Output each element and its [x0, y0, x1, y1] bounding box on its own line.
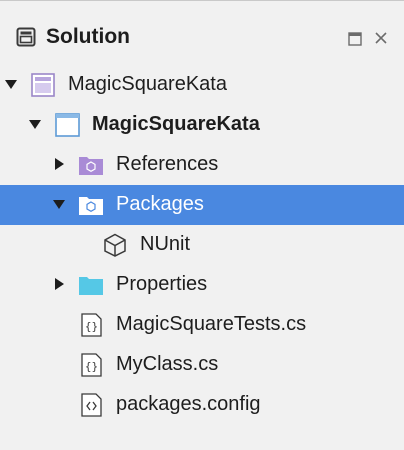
tree-item-references[interactable]: References	[0, 145, 404, 185]
tree-item-nunit[interactable]: NUnit	[0, 225, 404, 265]
csharp-file-icon: {}	[81, 353, 102, 377]
chevron-down-icon[interactable]	[4, 77, 18, 91]
tree-item-label: Packages	[116, 193, 204, 215]
tree-item-properties[interactable]: Properties	[0, 265, 404, 305]
pad-options-icon[interactable]	[348, 32, 362, 46]
tree-item-project[interactable]: MagicSquareKata	[0, 105, 404, 145]
tree-item-label: NUnit	[140, 233, 191, 255]
tree-item-label: MagicSquareKata	[68, 73, 227, 95]
solution-pad: Solution MagicSquareKata MagicSquareKata…	[0, 0, 404, 450]
tree-item-solution[interactable]: MagicSquareKata	[0, 65, 404, 105]
svg-text:{}: {}	[85, 360, 98, 373]
folder-icon	[79, 277, 103, 295]
project-icon	[55, 113, 80, 137]
packages-folder-icon	[79, 197, 103, 215]
pad-title: Solution	[46, 25, 130, 48]
solution-pad-header: Solution	[0, 1, 404, 55]
tree-item-myclass-file[interactable]: {} MyClass.cs	[0, 345, 404, 385]
solution-icon	[31, 73, 55, 97]
svg-text:{}: {}	[85, 320, 98, 333]
tree-item-label: References	[116, 153, 219, 175]
package-cube-icon	[104, 233, 126, 257]
references-folder-icon	[79, 157, 103, 175]
tree-item-label: MagicSquareKata	[92, 113, 260, 135]
tree-item-packages[interactable]: Packages	[0, 185, 404, 225]
tree-item-label: MagicSquareTests.cs	[116, 313, 307, 335]
tree-item-label: packages.config	[116, 393, 261, 415]
chevron-right-icon[interactable]	[52, 157, 66, 171]
tree-item-label: MyClass.cs	[116, 353, 219, 375]
solution-window-icon	[16, 27, 36, 47]
close-icon[interactable]	[373, 30, 389, 46]
tree-item-tests-file[interactable]: {} MagicSquareTests.cs	[0, 305, 404, 345]
chevron-down-icon[interactable]	[28, 117, 42, 131]
chevron-down-icon[interactable]	[52, 197, 66, 211]
csharp-file-icon: {}	[81, 313, 102, 337]
tree-item-config-file[interactable]: packages.config	[0, 385, 404, 425]
tree-item-label: Properties	[116, 273, 208, 295]
chevron-right-icon[interactable]	[52, 277, 66, 291]
config-file-icon	[81, 393, 102, 417]
